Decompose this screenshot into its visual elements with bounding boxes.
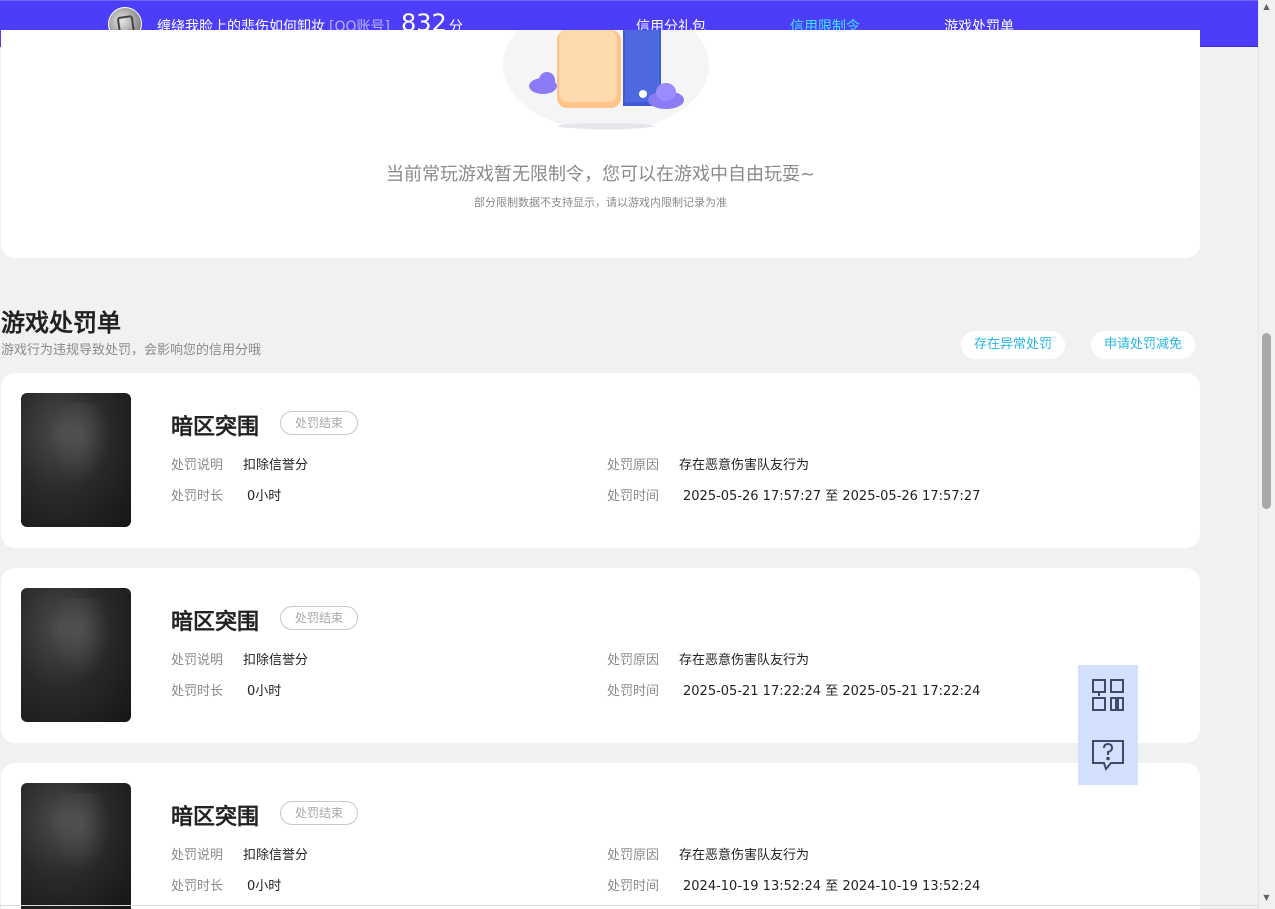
reason-value: 存在恶意伤害队友行为 [679,458,810,473]
time-end: 2025-05-26 17:57:27 [842,489,981,504]
time-value: 2025-05-21 17:22:24 至 2025-05-21 17:22:2… [683,680,980,699]
qr-code-icon [1092,679,1124,711]
desc-value: 扣除信誉分 [243,653,309,668]
desc-label: 处罚说明 [171,653,224,668]
empty-state-title: 当前常玩游戏暂无限制令，您可以在游戏中自由玩耍~ [385,164,816,185]
help-chat-icon [1092,740,1124,772]
time-label: 处罚时间 [607,684,660,699]
scrollbar-thumb[interactable] [1262,333,1271,509]
time-start: 2025-05-21 17:22:24 [683,684,822,699]
abnormal-penalty-button[interactable]: 存在异常处罚 [961,331,1066,359]
time-label: 处罚时间 [607,879,660,894]
section-title: 游戏处罚单 [1,309,121,337]
qr-code-button[interactable] [1078,665,1138,725]
reason-label: 处罚原因 [607,653,660,668]
penalty-card: 暗区突围 处罚结束 处罚说明 扣除信誉分 处罚时长 0小时 处罚原因 存在恶意伤… [1,568,1200,743]
status-badge: 处罚结束 [280,411,359,435]
penalty-card: 暗区突围 处罚结束 处罚说明 扣除信誉分 处罚时长 0小时 处罚原因 存在恶意伤… [1,373,1200,548]
status-badge: 处罚结束 [280,606,359,630]
reason-label: 处罚原因 [607,458,660,473]
game-name: 暗区突围 [171,415,260,440]
time-to: 至 [825,489,839,504]
time-start: 2024-10-19 13:52:24 [683,879,822,894]
duration-value: 0小时 [247,684,282,699]
desc-value: 扣除信誉分 [243,848,309,863]
help-chat-button[interactable] [1078,725,1138,785]
game-thumbnail [21,783,131,909]
scroll-down-icon[interactable]: ▼ [1261,893,1272,903]
time-value: 2025-05-26 17:57:27 至 2025-05-26 17:57:2… [683,485,980,504]
time-value: 2024-10-19 13:52:24 至 2024-10-19 13:52:2… [683,875,980,894]
apply-reduction-button[interactable]: 申请处罚减免 [1091,331,1196,359]
time-start: 2025-05-26 17:57:27 [683,489,822,504]
duration-label: 处罚时长 [171,489,224,504]
reason-value: 存在恶意伤害队友行为 [679,653,810,668]
time-end: 2024-10-19 13:52:24 [842,879,981,894]
empty-state-note: 部分限制数据不支持显示，请以游戏内限制记录为准 [474,196,727,209]
duration-label: 处罚时长 [171,684,224,699]
section-subtitle: 游戏行为违规导致处罚，会影响您的信用分哦 [1,343,262,358]
reason-label: 处罚原因 [607,848,660,863]
game-name: 暗区突围 [171,805,260,830]
time-to: 至 [825,879,839,894]
desc-label: 处罚说明 [171,458,224,473]
time-label: 处罚时间 [607,489,660,504]
game-thumbnail [21,393,131,527]
duration-value: 0小时 [247,879,282,894]
duration-label: 处罚时长 [171,879,224,894]
empty-state-illustration-icon [503,30,709,130]
desc-value: 扣除信誉分 [243,458,309,473]
time-to: 至 [825,684,839,699]
time-end: 2025-05-21 17:22:24 [842,684,981,699]
game-thumbnail [21,588,131,722]
desc-label: 处罚说明 [171,848,224,863]
reason-value: 存在恶意伤害队友行为 [679,848,810,863]
penalty-card: 暗区突围 处罚结束 处罚说明 扣除信誉分 处罚时长 0小时 处罚原因 存在恶意伤… [1,763,1200,909]
game-name: 暗区突围 [171,610,260,635]
bottom-divider [0,905,1258,906]
duration-value: 0小时 [247,489,282,504]
restriction-card: 当前常玩游戏暂无限制令，您可以在游戏中自由玩耍~ 部分限制数据不支持显示，请以游… [1,30,1200,258]
scroll-up-icon[interactable]: ▲ [1261,2,1272,12]
status-badge: 处罚结束 [280,801,359,825]
